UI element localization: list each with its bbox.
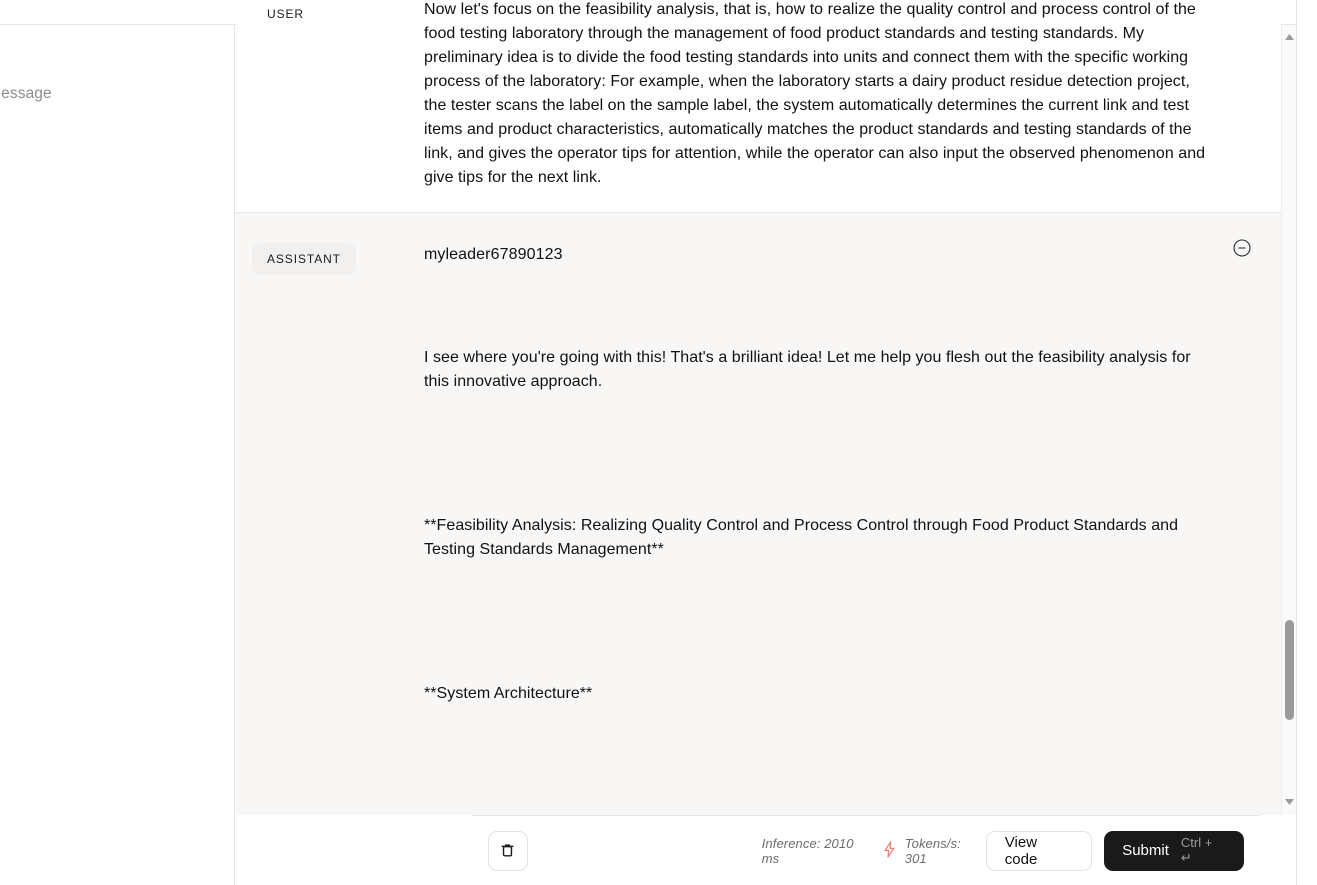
lightning-bolt-icon	[883, 840, 896, 861]
inference-stats: Inference: 2010 ms Tokens/s: 301	[762, 836, 986, 866]
assistant-paragraph: I see where you're going with this! That…	[424, 349, 1196, 391]
message-user: USER Now let's focus on the feasibility …	[236, 0, 1281, 213]
message-body: myleader67890123 I see where you're goin…	[424, 231, 1235, 815]
role-column: ASSISTANT	[252, 231, 424, 815]
scroll-down-arrow-icon[interactable]	[1282, 794, 1297, 809]
role-badge-user[interactable]: USER	[252, 0, 319, 30]
assistant-paragraph: **System Architecture**	[424, 685, 593, 703]
submit-shortcut-hint: Ctrl + ↵	[1180, 835, 1213, 865]
remove-message-icon[interactable]	[1233, 239, 1251, 257]
bottom-toolbar: Inference: 2010 ms Tokens/s: 301 View co…	[472, 815, 1260, 885]
trash-icon	[499, 842, 516, 859]
scroll-up-arrow-icon[interactable]	[1282, 29, 1297, 44]
inference-time-label: Inference: 2010 ms	[761, 835, 854, 866]
system-message-placeholder[interactable]: em message	[0, 85, 52, 103]
role-badge-assistant[interactable]: ASSISTANT	[252, 243, 356, 275]
role-column: USER	[252, 0, 424, 190]
submit-button[interactable]: Submit Ctrl + ↵	[1104, 830, 1244, 871]
message-assistant: ASSISTANT myleader67890123 I see where y…	[236, 213, 1281, 815]
message-body: Now let's focus on the feasibility analy…	[424, 0, 1235, 190]
system-message-panel[interactable]: em message	[0, 25, 235, 885]
message-thread: USER Now let's focus on the feasibility …	[236, 0, 1281, 815]
view-code-button[interactable]: View code	[985, 830, 1093, 871]
window-right-edge	[1296, 0, 1317, 885]
submit-label: Submit	[1122, 842, 1169, 859]
clear-conversation-button[interactable]	[488, 830, 528, 871]
assistant-paragraph: **Feasibility Analysis: Realizing Qualit…	[424, 517, 1183, 559]
model-name-label: myleader67890123	[424, 246, 563, 263]
playground-window: em message USER Now let's focus on the f…	[0, 0, 1317, 885]
conversation-column: USER Now let's focus on the feasibility …	[236, 0, 1281, 885]
user-message-text[interactable]: Now let's focus on the feasibility analy…	[424, 0, 1214, 190]
scrollbar-thumb[interactable]	[1285, 620, 1294, 720]
thread-scrollbar[interactable]	[1281, 25, 1296, 815]
tokens-per-second-label: Tokens/s: 301	[904, 835, 961, 866]
assistant-message-text[interactable]: I see where you're going with this! That…	[424, 298, 1214, 815]
